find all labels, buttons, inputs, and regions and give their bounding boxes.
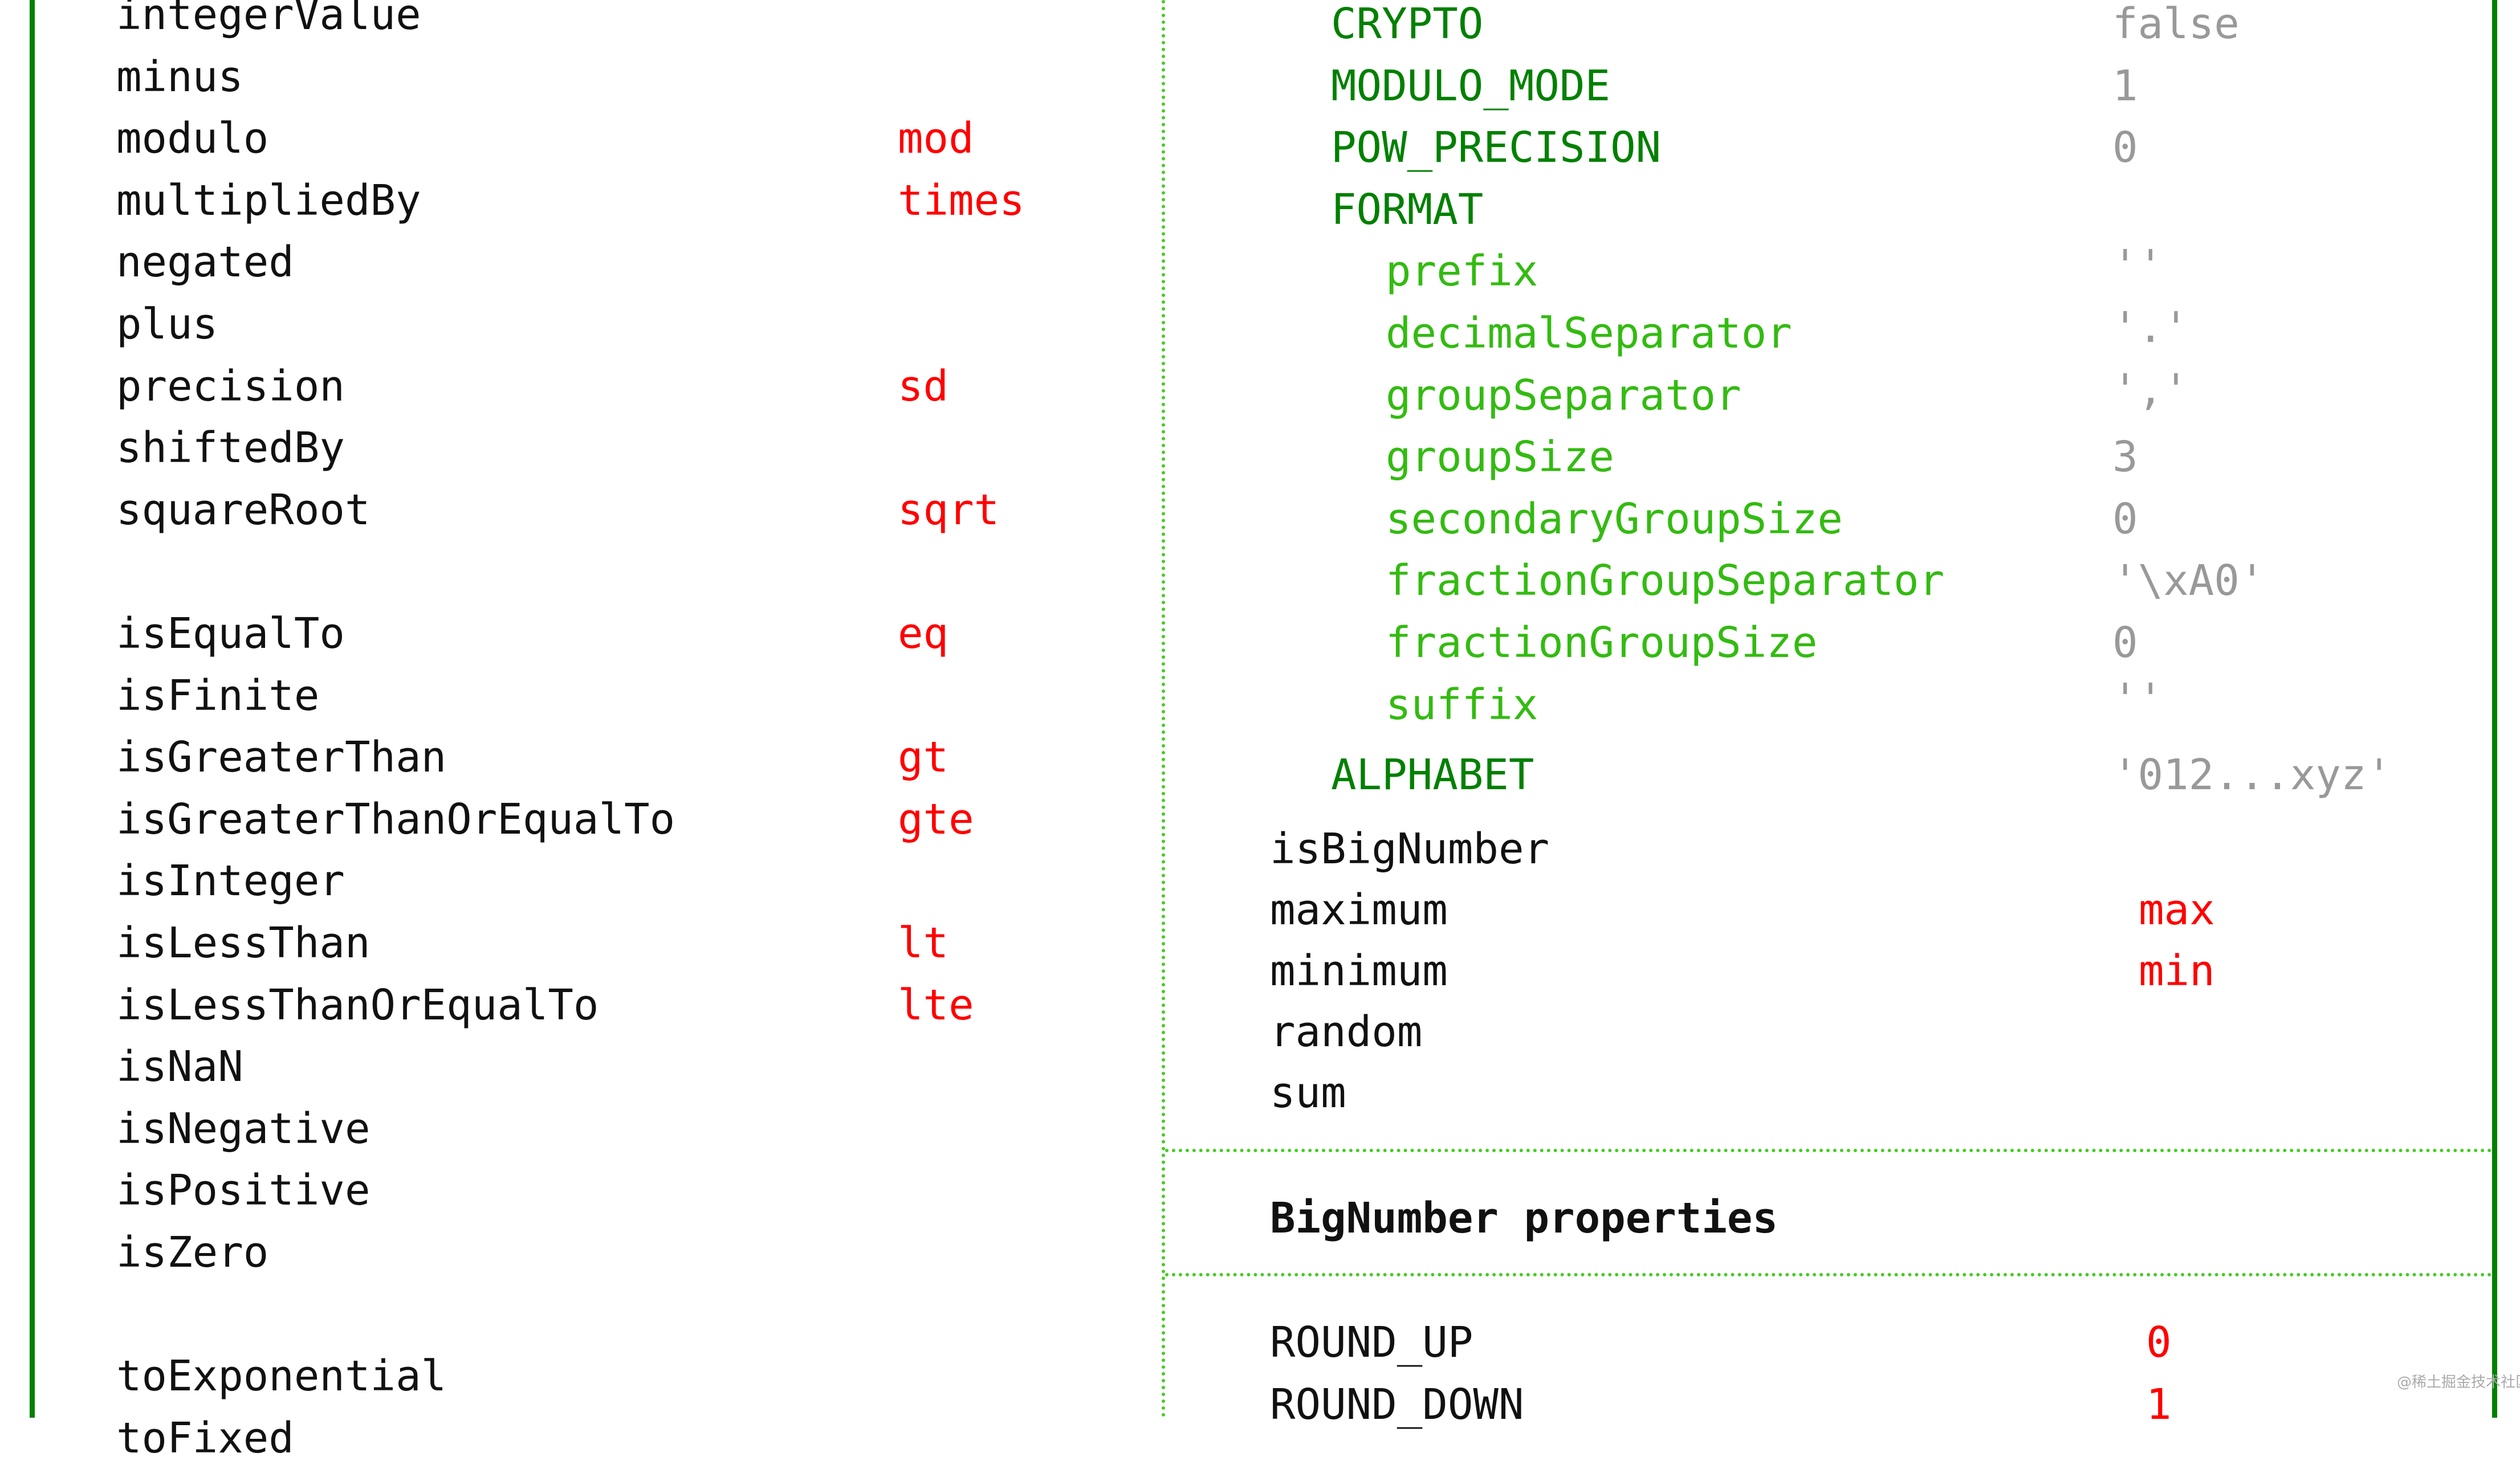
method-name: isNegative [116, 1104, 371, 1153]
format-key: prefix [1386, 247, 1538, 296]
method-alias: sqrt [898, 485, 1000, 534]
method-name: negated [116, 238, 294, 287]
property-value: 1 [2146, 1380, 2172, 1429]
section-divider-bottom [1165, 1273, 2492, 1276]
method-name: shiftedBy [116, 423, 345, 473]
format-key: groupSeparator [1386, 370, 1741, 420]
config-key: POW_PRECISION [1331, 123, 1662, 173]
method-name: toFixed [116, 1413, 294, 1463]
format-key: groupSize [1386, 432, 1614, 482]
left-border [30, 0, 35, 1418]
method-name: isLessThan [116, 919, 371, 968]
method-name: isPositive [116, 1166, 371, 1215]
format-key: fractionGroupSize [1386, 618, 1818, 667]
config-value: 1 [2112, 61, 2138, 111]
method-alias: lt [898, 919, 949, 968]
method-name: precision [116, 361, 345, 411]
column-divider [1162, 0, 1165, 1418]
method-name: isGreaterThan [116, 733, 447, 782]
method-name: plus [116, 300, 218, 349]
method-name: isGreaterThanOrEqualTo [116, 794, 675, 844]
static-method-alias: min [2139, 946, 2215, 995]
format-value: '' [2112, 674, 2164, 724]
section-divider-top [1165, 1149, 2492, 1152]
format-value: ',' [2112, 365, 2189, 414]
method-name: isLessThanOrEqualTo [116, 980, 599, 1030]
method-name: multipliedBy [116, 176, 421, 225]
static-method-name: random [1270, 1007, 1423, 1056]
method-name: isEqualTo [116, 609, 345, 658]
format-key: decimalSeparator [1386, 309, 1792, 358]
method-name: squareRoot [116, 485, 371, 534]
method-name: isNaN [116, 1042, 243, 1092]
alphabet-value: '012...xyz' [2112, 750, 2392, 800]
config-value: false [2112, 0, 2240, 48]
method-name: modulo [116, 114, 269, 164]
format-value: 3 [2112, 432, 2138, 482]
format-value: 0 [2112, 618, 2138, 667]
property-value: 0 [2146, 1318, 2172, 1367]
method-name: integerValue [116, 0, 421, 39]
static-method-alias: max [2139, 886, 2215, 935]
property-name: ROUND_UP [1270, 1318, 1473, 1367]
properties-heading: BigNumber properties [1270, 1194, 1778, 1243]
config-key: MODULO_MODE [1331, 61, 1611, 111]
format-key: suffix [1386, 680, 1538, 729]
method-name: toExponential [116, 1352, 447, 1401]
config-key: CRYPTO [1331, 0, 1484, 48]
method-alias: times [898, 176, 1025, 225]
right-border [2492, 0, 2497, 1418]
format-key: secondaryGroupSize [1386, 494, 1843, 544]
format-key: fractionGroupSeparator [1386, 556, 1945, 606]
method-alias: mod [898, 114, 974, 164]
static-method-name: minimum [1270, 946, 1448, 995]
format-value: '.' [2112, 303, 2189, 352]
watermark: @稀土掘金技术社区 [2397, 1374, 2520, 1391]
method-name: isFinite [116, 671, 320, 720]
method-alias: eq [898, 609, 949, 658]
format-value: '' [2112, 241, 2164, 291]
method-alias: gte [898, 794, 974, 844]
alphabet-key: ALPHABET [1331, 750, 1534, 800]
format-value: '\xA0' [2112, 556, 2265, 606]
method-alias: lte [898, 980, 974, 1030]
config-value: 0 [2112, 123, 2138, 173]
method-name: isInteger [116, 856, 345, 906]
property-name: ROUND_DOWN [1270, 1380, 1524, 1429]
static-method-name: maximum [1270, 886, 1448, 935]
config-key: FORMAT [1331, 185, 1484, 234]
static-method-name: isBigNumber [1270, 825, 1550, 874]
method-name: isZero [116, 1228, 269, 1277]
method-alias: sd [898, 361, 949, 411]
format-value: 0 [2112, 494, 2138, 544]
static-method-name: sum [1270, 1068, 1346, 1117]
method-name: minus [116, 52, 243, 101]
method-alias: gt [898, 733, 949, 782]
